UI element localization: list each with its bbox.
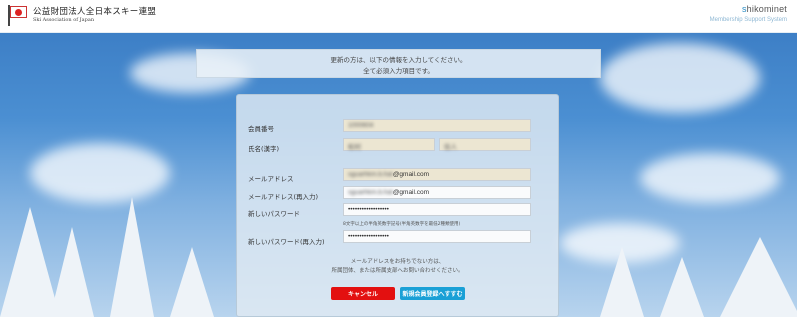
flag-logo-icon xyxy=(5,4,29,26)
email-field[interactable]: sguarhkm.b.hat@gmail.com xyxy=(343,168,531,181)
brand-name: shikominet xyxy=(741,4,787,14)
info-message: 更新の方は、以下の情報を入力してください。 全て必須入力項目です。 xyxy=(196,49,601,78)
member-no-label: 会員番号 xyxy=(248,125,274,133)
first-name-field: 信人 xyxy=(439,138,531,151)
new-registration-button[interactable]: 新規会員登録へすすむ xyxy=(400,287,465,300)
email-confirm-label: メールアドレス(再入力) xyxy=(248,193,319,201)
org-name-jp: 公益財団法人全日本スキー連盟 xyxy=(33,6,157,17)
last-name-field: 松村 xyxy=(343,138,435,151)
password-confirm-field[interactable]: •••••••••••••••••• xyxy=(343,230,531,243)
member-no-field: 1000604 xyxy=(343,119,531,132)
note-line-2: 所属団体、または所属支部へお問い合わせください。 xyxy=(331,268,464,274)
site-header: 公益財団法人全日本スキー連盟 Ski Association of Japan … xyxy=(0,0,797,33)
email-confirm-field[interactable]: sguarhkm.b.hat@gmail.com xyxy=(343,186,531,199)
info-line-1: 更新の方は、以下の情報を入力してください。 xyxy=(330,56,467,64)
password-label: 新しいパスワード xyxy=(248,210,300,218)
password-field[interactable]: •••••••••••••••••• xyxy=(343,203,531,216)
no-email-note: メールアドレスをお持ちでない方は、 所属団体、または所属支部へお問い合わせくださ… xyxy=(237,258,558,276)
brand-subtitle: Membership Support System xyxy=(709,17,787,23)
org-logo[interactable]: 公益財団法人全日本スキー連盟 Ski Association of Japan xyxy=(5,4,156,26)
password-confirm-label: 新しいパスワード(再入力) xyxy=(248,238,325,246)
org-name-en: Ski Association of Japan xyxy=(33,17,95,24)
password-hint: 8文字以上の半角英数字記号(半角英数字を最低2種類使用) xyxy=(343,222,461,227)
name-label: 氏名(漢字) xyxy=(248,145,280,153)
cancel-button[interactable]: キャンセル xyxy=(331,287,395,300)
note-line-1: メールアドレスをお持ちでない方は、 xyxy=(350,259,445,265)
renewal-form: 会員番号 1000604 氏名(漢字) 松村 信人 メールアドレス sguarh… xyxy=(236,94,559,317)
brand-logo[interactable]: shikominet Membership Support System xyxy=(710,4,787,23)
email-label: メールアドレス xyxy=(248,175,294,183)
info-line-2: 全て必須入力項目です。 xyxy=(363,67,434,75)
